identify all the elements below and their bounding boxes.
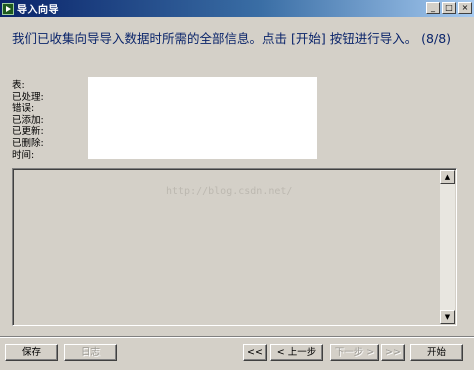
watermark-text: http://blog.csdn.net/	[166, 186, 293, 197]
info-values-panel	[88, 77, 317, 159]
first-step-button[interactable]: <<	[243, 344, 267, 361]
label-updated: 已更新:	[12, 126, 44, 138]
info-labels: 表: 已处理: 错误: 已添加: 已更新: 已删除: 时间:	[12, 80, 44, 161]
vertical-scrollbar[interactable]: ▲ ▼	[440, 170, 455, 324]
wizard-instruction: 我们已收集向导导入数据时所需的全部信息。点击 [开始] 按钮进行导入。 (8/8…	[12, 31, 452, 46]
scroll-up-icon[interactable]: ▲	[440, 170, 455, 184]
scroll-down-icon[interactable]: ▼	[440, 310, 455, 324]
footer-separator	[0, 336, 474, 338]
label-processed: 已处理:	[12, 91, 44, 103]
log-textarea[interactable]: http://blog.csdn.net/ ▲ ▼	[12, 168, 457, 326]
log-content: http://blog.csdn.net/	[13, 169, 456, 325]
window-controls: _ □ ×	[426, 2, 472, 14]
import-wizard-icon	[2, 2, 14, 15]
label-errors: 错误:	[12, 103, 35, 115]
log-button[interactable]: 日志	[64, 344, 117, 361]
back-button[interactable]: < 上一步	[270, 344, 323, 361]
next-button[interactable]: 下一步 >	[330, 344, 379, 361]
title-bar: 导入向导 _ □ ×	[0, 0, 474, 17]
label-table: 表:	[12, 80, 25, 91]
save-button[interactable]: 保存	[5, 344, 58, 361]
minimize-button[interactable]: _	[426, 2, 440, 14]
label-time: 时间:	[12, 149, 35, 161]
window-title: 导入向导	[17, 5, 59, 16]
start-button[interactable]: 开始	[410, 344, 463, 361]
close-button[interactable]: ×	[458, 2, 472, 14]
label-added: 已添加:	[12, 114, 44, 126]
label-deleted: 已删除:	[12, 137, 44, 149]
maximize-button[interactable]: □	[442, 2, 456, 14]
last-step-button[interactable]: >>	[381, 344, 405, 361]
